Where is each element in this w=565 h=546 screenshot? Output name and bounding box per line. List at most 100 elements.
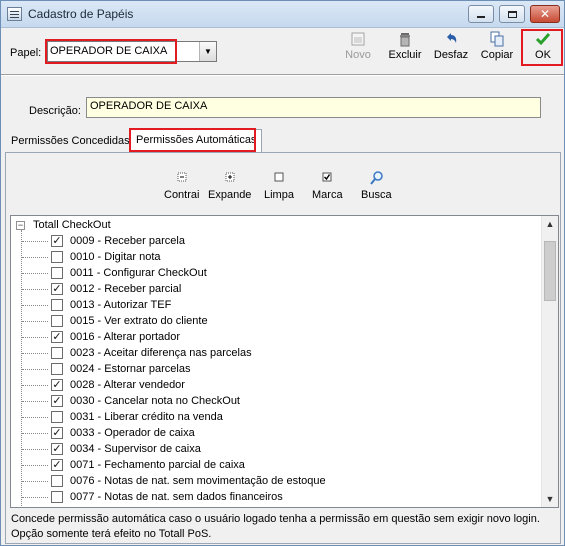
tree-item-label: 0016 - Alterar portador [70,331,181,343]
tree-connector [22,273,48,274]
highlight-box [45,39,177,64]
tree-connector [22,337,48,338]
expande-button[interactable]: Expande [208,171,251,205]
tree-connector [22,417,48,418]
descricao-field[interactable]: OPERADOR DE CAIXA [86,97,541,118]
tree-item-label: 0028 - Alterar vendedor [70,379,185,391]
maximize-button[interactable] [499,5,525,23]
tree-item-label: 0024 - Estornar parcelas [70,363,191,375]
collapse-icon [176,171,188,183]
close-icon: ✕ [539,7,551,21]
permissions-tree[interactable]: − Totall CheckOut ✓ 0009 - Receber parcel… [10,215,559,508]
collapse-node-icon[interactable]: − [16,221,25,230]
tree-connector [22,321,48,322]
tree-connector [22,481,48,482]
trash-icon [397,31,413,47]
tree-connector [22,289,48,290]
checked-checkbox[interactable]: ✓ [51,459,63,471]
tree-connector [22,257,48,258]
unchecked-checkbox[interactable] [51,411,63,423]
scrollbar-thumb[interactable] [544,241,556,301]
help-text: Concede permissão automática caso o usuá… [11,512,556,542]
limpa-label: Limpa [264,189,294,201]
tree-item-label: 0012 - Receber parcial [70,283,182,295]
checked-checkbox[interactable]: ✓ [51,283,63,295]
expande-label: Expande [208,189,252,201]
unchecked-checkbox[interactable] [51,475,63,487]
tree-item-label: 0031 - Liberar crédito na venda [70,411,223,423]
copy-icon [489,31,505,47]
checked-checkbox[interactable]: ✓ [51,427,63,439]
expand-icon [224,171,236,183]
title-bar[interactable]: Cadastro de Papéis ✕ [1,1,564,28]
chevron-down-icon[interactable]: ▼ [199,42,216,61]
marca-button[interactable]: Marca [312,171,343,205]
undo-icon [443,31,459,47]
tree-connector [22,401,48,402]
limpa-button[interactable]: Limpa [264,171,294,205]
contrai-button[interactable]: Contrai [164,171,199,205]
tree-connector [22,385,48,386]
tree-item-label: 0011 - Configurar CheckOut [70,267,207,279]
checked-checkbox[interactable]: ✓ [51,235,63,247]
tree-connector [22,433,48,434]
highlight-box [129,128,256,152]
tree-connector [22,305,48,306]
tree-connector [22,369,48,370]
search-icon [370,171,384,185]
help-text-line-2: Opção somente terá efeito no Totall PoS. [11,528,212,540]
unchecked-checkbox[interactable] [51,299,63,311]
tree-connector [22,241,48,242]
excluir-label: Excluir [388,49,422,61]
novo-label: Novo [345,49,371,61]
desfaz-button[interactable]: Desfaz [431,29,471,65]
new-document-icon [350,31,366,47]
contrai-label: Contrai [164,189,200,201]
busca-label: Busca [361,189,392,201]
tree-item-label: 0076 - Notas de nat. sem movimentação de… [70,475,326,487]
help-text-line-1: Concede permissão automática caso o usuá… [11,513,540,525]
tree-connector [22,497,48,498]
novo-button[interactable]: Novo [338,29,378,65]
unchecked-checkbox[interactable] [51,315,63,327]
unchecked-checkbox[interactable] [51,347,63,359]
highlight-box [521,29,563,66]
empty-checkbox-icon [273,171,285,183]
unchecked-checkbox[interactable] [51,267,63,279]
checked-checkbox-icon [321,171,333,183]
checked-checkbox[interactable]: ✓ [51,443,63,455]
copiar-label: Copiar [480,49,514,61]
checked-checkbox[interactable]: ✓ [51,395,63,407]
tab-permissoes-concedidas[interactable]: Permissões Concedidas [6,131,135,153]
scroll-up-icon[interactable]: ▲ [542,216,558,232]
tree-item-label: 0071 - Fechamento parcial de caixa [70,459,245,471]
tree-item-label: 0030 - Cancelar nota no CheckOut [70,395,240,407]
tree-item-label: 0015 - Ver extrato do cliente [70,315,208,327]
checked-checkbox[interactable]: ✓ [51,331,63,343]
desfaz-label: Desfaz [433,49,469,61]
tree-item-label: 0033 - Operador de caixa [70,427,195,439]
close-button[interactable]: ✕ [530,5,560,23]
tree-root-label: Totall CheckOut [33,219,111,231]
tree-connector [22,465,48,466]
cadastro-papeis-window: Cadastro de Papéis ✕ Papel: OPERADOR DE … [0,0,565,546]
tree-connector [22,353,48,354]
excluir-button[interactable]: Excluir [385,29,425,65]
checked-checkbox[interactable]: ✓ [51,379,63,391]
tree-item-label: 0013 - Autorizar TEF [70,299,172,311]
unchecked-checkbox[interactable] [51,251,63,263]
tree-scrollbar[interactable]: ▲ ▼ [541,216,558,507]
minimize-button[interactable] [468,5,494,23]
app-icon [7,7,22,21]
copiar-button[interactable]: Copiar [477,29,517,65]
scroll-down-icon[interactable]: ▼ [542,491,558,507]
papel-label: Papel: [10,47,42,59]
tree-item-label: 0010 - Digitar nota [70,251,161,263]
unchecked-checkbox[interactable] [51,363,63,375]
tree-item-label: 0009 - Receber parcela [70,235,185,247]
minimize-icon [477,15,485,18]
unchecked-checkbox[interactable] [51,491,63,503]
busca-button[interactable]: Busca [361,171,392,205]
tree-item-label: 0077 - Notas de nat. sem dados financeir… [70,491,283,503]
descricao-label: Descrição: [29,105,81,117]
